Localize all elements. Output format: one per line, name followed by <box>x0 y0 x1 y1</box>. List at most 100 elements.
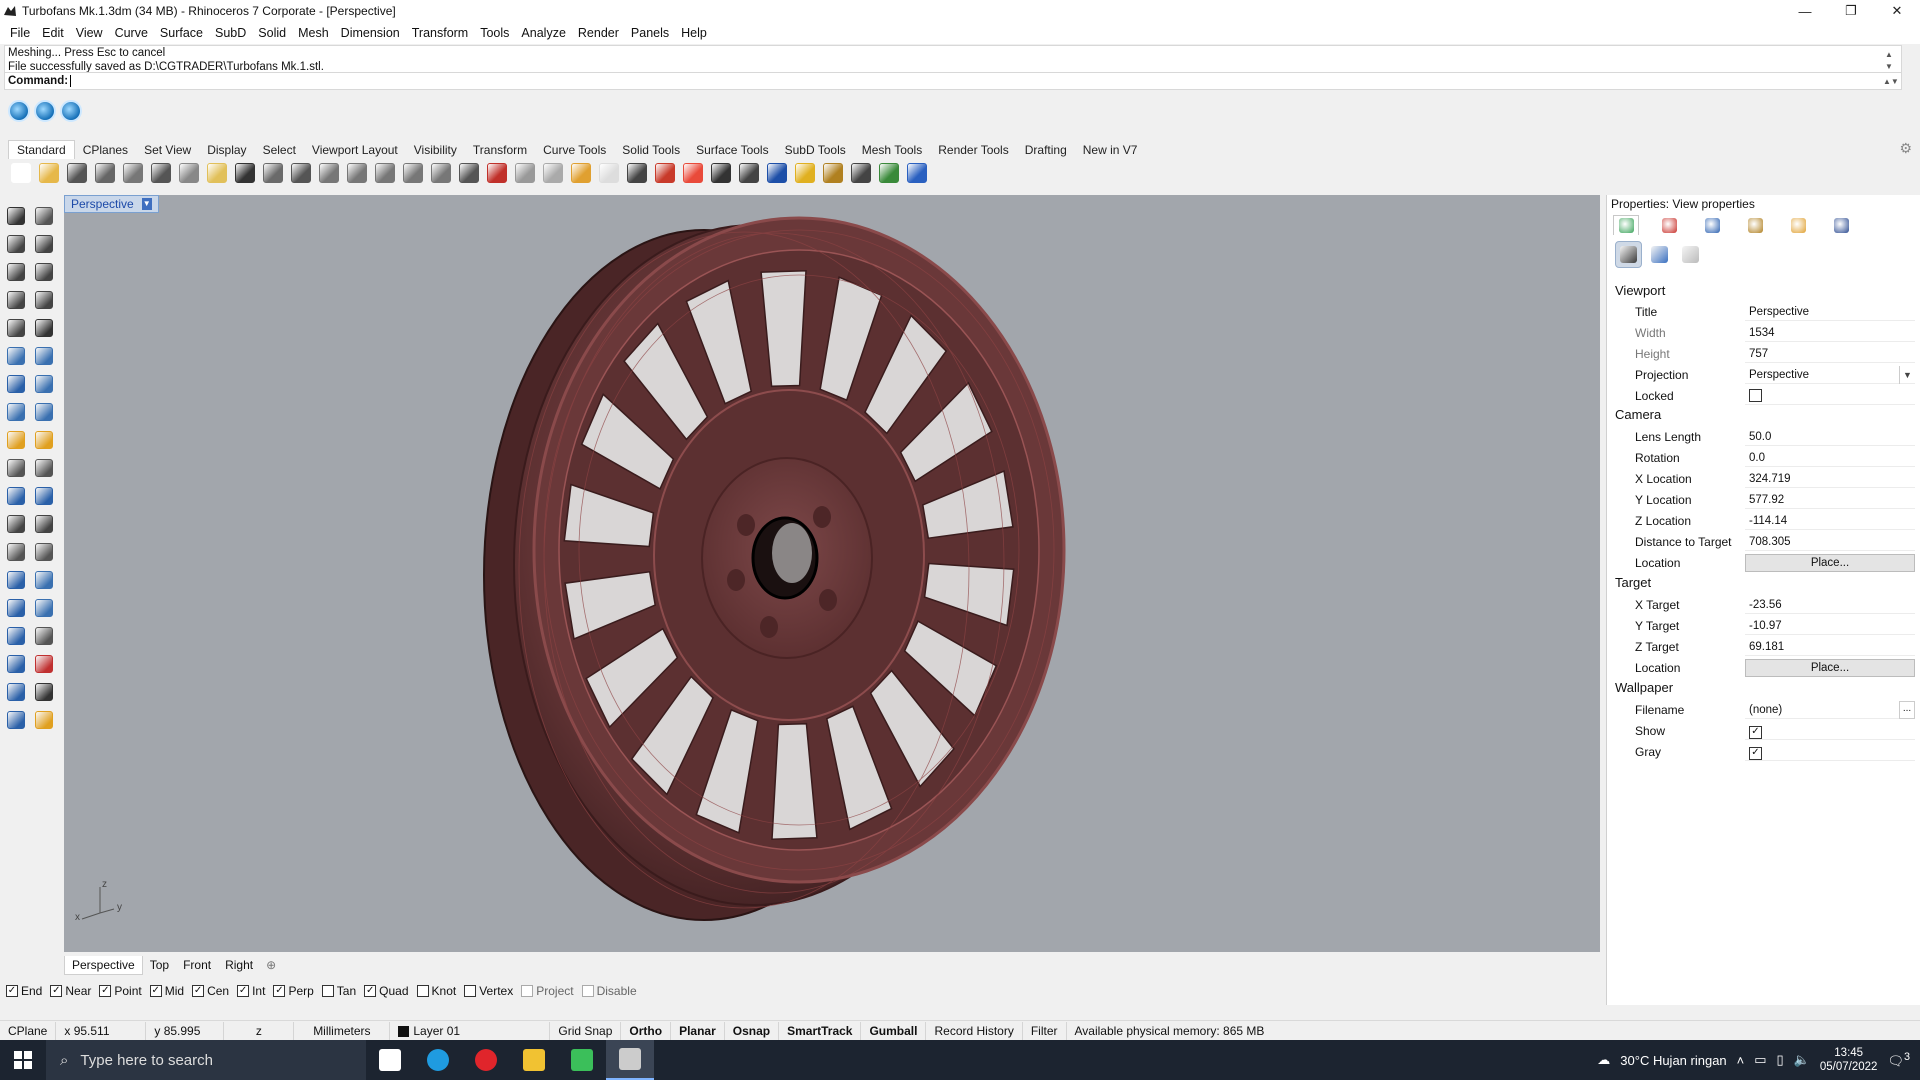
osnap-int[interactable]: ✓ Int <box>237 984 265 998</box>
property-value-field[interactable]: (none)... <box>1745 701 1915 719</box>
select-filter-button[interactable] <box>568 161 593 186</box>
checkbox[interactable]: ✓ <box>50 985 63 997</box>
network-icon[interactable]: ▭ <box>1754 1052 1766 1068</box>
tab-new-in-v7[interactable]: New in V7 <box>1075 141 1146 159</box>
arc-tool[interactable] <box>32 260 56 284</box>
property-value-field[interactable]: 324.719 <box>1745 470 1915 488</box>
toggle-ortho[interactable]: Ortho <box>621 1021 672 1040</box>
select-arrow-tool[interactable] <box>4 204 28 228</box>
curve-tool[interactable] <box>32 232 56 256</box>
toggle-planar[interactable]: Planar <box>671 1021 725 1040</box>
paste-button[interactable] <box>204 161 229 186</box>
weather-status[interactable]: 30°C Hujan ringan <box>1620 1053 1726 1068</box>
menu-dimension[interactable]: Dimension <box>335 22 406 44</box>
menu-view[interactable]: View <box>70 22 109 44</box>
checkbox[interactable]: ✓ <box>149 985 162 997</box>
volume-icon[interactable]: 🔈 <box>1794 1052 1810 1068</box>
save-button[interactable] <box>64 161 89 186</box>
viewport-tab-right[interactable]: Right <box>218 956 260 974</box>
object-cplane-icon[interactable] <box>34 100 56 122</box>
shaded-sphere-button[interactable] <box>708 161 733 186</box>
subtab-camera-view[interactable] <box>1615 241 1642 268</box>
toggle-record-history[interactable]: Record History <box>926 1021 1023 1040</box>
box-tool[interactable] <box>4 372 28 396</box>
checkbox[interactable] <box>521 985 534 997</box>
named-view-button[interactable] <box>512 161 537 186</box>
import-button[interactable] <box>120 161 145 186</box>
cplane-button[interactable] <box>540 161 565 186</box>
checkbox[interactable] <box>416 985 429 997</box>
gray-checkbox[interactable]: ✓ <box>1749 746 1762 760</box>
polyline-tool[interactable] <box>4 232 28 256</box>
cylinder-tool[interactable] <box>4 400 28 424</box>
menu-tools[interactable]: Tools <box>474 22 515 44</box>
checkbox[interactable]: ✓ <box>192 985 205 997</box>
taskbar-task-view[interactable] <box>366 1040 414 1080</box>
toolbar-settings-icon[interactable]: ⚙ <box>1899 140 1912 157</box>
checkbox[interactable]: ✓ <box>364 985 377 997</box>
taskbar-opera-browser[interactable] <box>462 1040 510 1080</box>
menu-mesh[interactable]: Mesh <box>292 22 335 44</box>
render-button[interactable] <box>764 161 789 186</box>
text-object-tool[interactable] <box>32 652 56 676</box>
tab-solid-tools[interactable]: Solid Tools <box>614 141 688 159</box>
zoom-window-button[interactable] <box>344 161 369 186</box>
osnap-near[interactable]: ✓ Near <box>50 984 91 998</box>
add-viewport-tab-icon[interactable]: ⊕ <box>260 958 282 972</box>
surface-tool[interactable] <box>4 344 28 368</box>
lock-button[interactable] <box>624 161 649 186</box>
command-line[interactable]: Command: ▲▼ <box>4 72 1902 90</box>
property-value-field[interactable]: -10.97 <box>1745 617 1915 635</box>
cplane-indicator[interactable]: CPlane <box>0 1021 57 1040</box>
menu-file[interactable]: File <box>4 22 36 44</box>
clock[interactable]: 13:45 05/07/2022 <box>1820 1046 1878 1074</box>
ruler-tool[interactable] <box>32 624 56 648</box>
circle-tool[interactable] <box>4 260 28 284</box>
checkbox[interactable] <box>581 985 594 997</box>
place-button[interactable]: Place... <box>1745 659 1915 677</box>
viewport-tab-top[interactable]: Top <box>143 956 176 974</box>
start-button[interactable] <box>0 1040 46 1080</box>
menu-curve[interactable]: Curve <box>109 22 154 44</box>
gear-settings-button[interactable] <box>820 161 845 186</box>
ellipse-tool[interactable] <box>4 316 28 340</box>
property-value-field[interactable]: Perspective ▼ <box>1745 366 1915 384</box>
osnap-perp[interactable]: ✓ Perp <box>273 984 314 998</box>
checkbox[interactable] <box>321 985 334 997</box>
checkbox[interactable]: ✓ <box>237 985 250 997</box>
toggle-filter[interactable]: Filter <box>1023 1021 1067 1040</box>
tab-select[interactable]: Select <box>255 141 304 159</box>
weather-cloud-icon[interactable]: ☁ <box>1597 1052 1610 1068</box>
subtab-display-monitor[interactable] <box>1677 241 1704 268</box>
toggle-gumball[interactable]: Gumball <box>861 1021 927 1040</box>
property-value-field[interactable]: 577.92 <box>1745 491 1915 509</box>
undo-button[interactable] <box>232 161 257 186</box>
restore-button[interactable]: ❐ <box>1828 0 1874 22</box>
print-button[interactable] <box>92 161 117 186</box>
notifications-icon[interactable]: 🗨3 <box>1887 1051 1910 1069</box>
help-button[interactable] <box>904 161 929 186</box>
cut-button[interactable] <box>148 161 173 186</box>
tab-render-tools[interactable]: Render Tools <box>930 141 1017 159</box>
property-value-field[interactable]: -114.14 <box>1745 512 1915 530</box>
menu-panels[interactable]: Panels <box>625 22 675 44</box>
copy-tool-tool[interactable] <box>32 568 56 592</box>
toggle-smarttrack[interactable]: SmartTrack <box>779 1021 862 1040</box>
array-tool[interactable] <box>4 596 28 620</box>
osnap-project[interactable]: Project <box>521 984 574 998</box>
rectangle-tool[interactable] <box>32 288 56 312</box>
open-folder-button[interactable] <box>36 161 61 186</box>
viewport-tab-perspective[interactable]: Perspective <box>64 955 143 975</box>
battery-icon[interactable]: ▯ <box>1777 1052 1784 1068</box>
block-tool[interactable] <box>4 680 28 704</box>
locked-checkbox[interactable] <box>1749 389 1762 402</box>
offset-tool[interactable] <box>32 512 56 536</box>
taskbar-vpn-app[interactable] <box>558 1040 606 1080</box>
tab-mesh-tools[interactable]: Mesh Tools <box>854 141 930 159</box>
scale-tool[interactable] <box>32 540 56 564</box>
loft-tool[interactable] <box>32 344 56 368</box>
globe-button[interactable] <box>876 161 901 186</box>
property-value-field[interactable]: Perspective <box>1745 303 1915 321</box>
tab-drafting[interactable]: Drafting <box>1017 141 1075 159</box>
taskbar-rhino-app[interactable] <box>606 1040 654 1080</box>
